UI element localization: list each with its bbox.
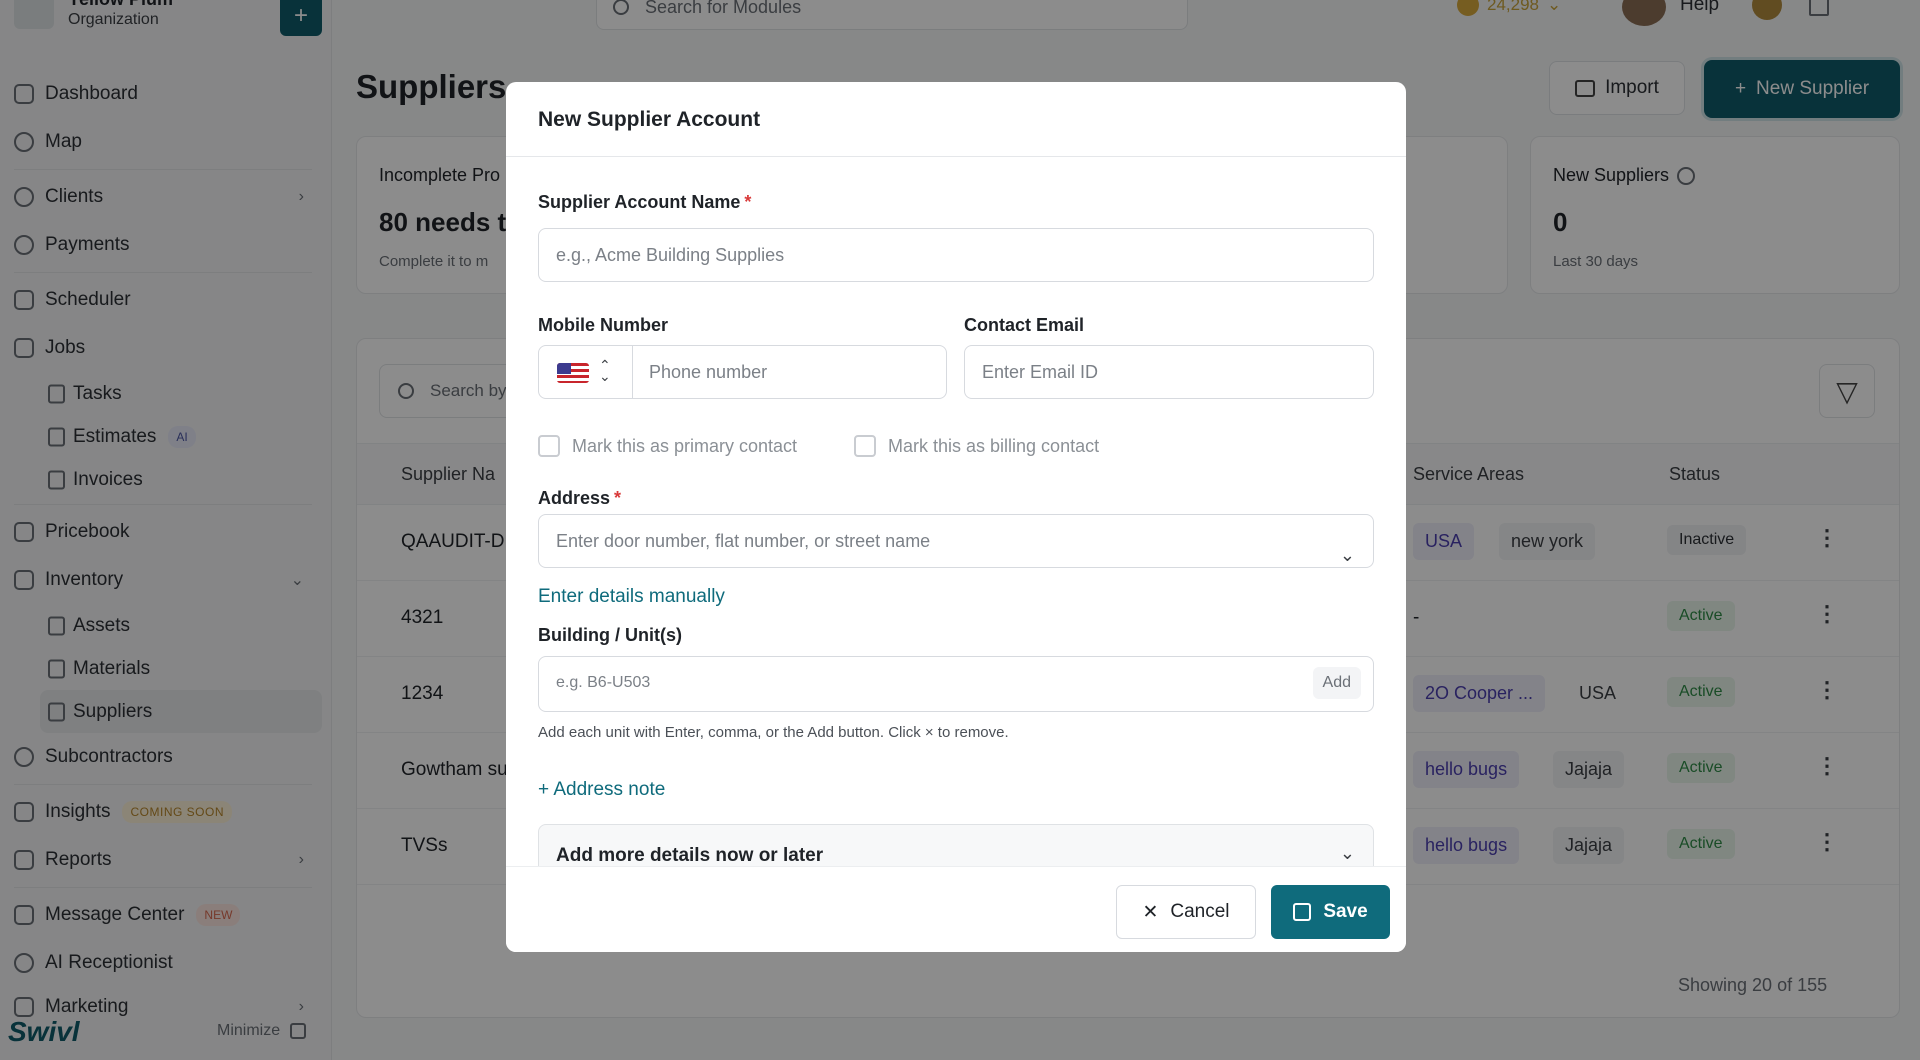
account-name-label: Supplier Account Name * bbox=[538, 192, 751, 213]
mobile-number-label: Mobile Number bbox=[538, 315, 669, 335]
contact-email-placeholder: Enter Email ID bbox=[982, 362, 1099, 382]
address-label: Address * bbox=[538, 488, 621, 509]
cancel-label: Cancel bbox=[1170, 901, 1230, 922]
address-label-text: Address bbox=[538, 488, 611, 508]
contact-email-label: Contact Email bbox=[964, 315, 1085, 335]
building-units-hint: Add each unit with Enter, comma, or the … bbox=[538, 724, 1009, 741]
save-button[interactable]: Save bbox=[1271, 885, 1390, 939]
updown-chevron-icon: ⌃ ⌄ bbox=[599, 357, 611, 384]
modal-footer: ✕ Cancel Save bbox=[506, 866, 1406, 952]
more-details-label: Add more details now or later bbox=[556, 845, 824, 866]
save-icon bbox=[1293, 903, 1312, 921]
chevron-down-icon: ⌄ bbox=[1339, 545, 1355, 565]
chevron-down-icon: ⌄ bbox=[1339, 843, 1355, 863]
phone-number-input[interactable]: Phone number bbox=[649, 346, 767, 398]
primary-contact-label: Mark this as primary contact bbox=[572, 435, 798, 456]
modal-title: New Supplier Account bbox=[538, 108, 761, 131]
primary-contact-checkbox[interactable]: Mark this as primary contact bbox=[538, 435, 797, 457]
account-name-label-text: Supplier Account Name bbox=[538, 192, 741, 212]
modal-header: New Supplier Account bbox=[506, 82, 1406, 157]
cancel-button[interactable]: ✕ Cancel bbox=[1116, 885, 1256, 939]
country-code-select[interactable]: ⌃ ⌄ bbox=[539, 346, 633, 398]
close-icon: ✕ bbox=[1142, 901, 1159, 923]
checkbox[interactable] bbox=[854, 435, 876, 457]
add-unit-button[interactable]: Add bbox=[1312, 667, 1361, 699]
mobile-number-field: ⌃ ⌄ Phone number bbox=[538, 345, 947, 399]
contact-email-input[interactable]: Enter Email ID bbox=[964, 345, 1374, 399]
address-placeholder: Enter door number, flat number, or stree… bbox=[556, 531, 931, 551]
enter-manually-link[interactable]: Enter details manually bbox=[538, 586, 725, 608]
billing-contact-checkbox[interactable]: Mark this as billing contact bbox=[854, 435, 1099, 457]
required-mark: * bbox=[614, 488, 622, 508]
address-select[interactable]: Enter door number, flat number, or stree… bbox=[538, 514, 1374, 568]
account-name-input[interactable]: e.g., Acme Building Supplies bbox=[538, 228, 1374, 282]
new-supplier-modal: New Supplier Account Supplier Account Na… bbox=[506, 82, 1406, 952]
address-note-link[interactable]: + Address note bbox=[538, 779, 665, 801]
us-flag-icon bbox=[557, 363, 589, 383]
save-label: Save bbox=[1323, 901, 1368, 922]
billing-contact-label: Mark this as billing contact bbox=[888, 435, 1100, 456]
required-mark: * bbox=[744, 192, 752, 212]
checkbox[interactable] bbox=[538, 435, 560, 457]
building-units-placeholder: e.g. B6-U503 bbox=[556, 674, 651, 691]
building-units-label: Building / Unit(s) bbox=[538, 625, 682, 645]
account-name-placeholder: e.g., Acme Building Supplies bbox=[556, 245, 785, 265]
building-units-input[interactable]: e.g. B6-U503 Add bbox=[538, 656, 1374, 712]
